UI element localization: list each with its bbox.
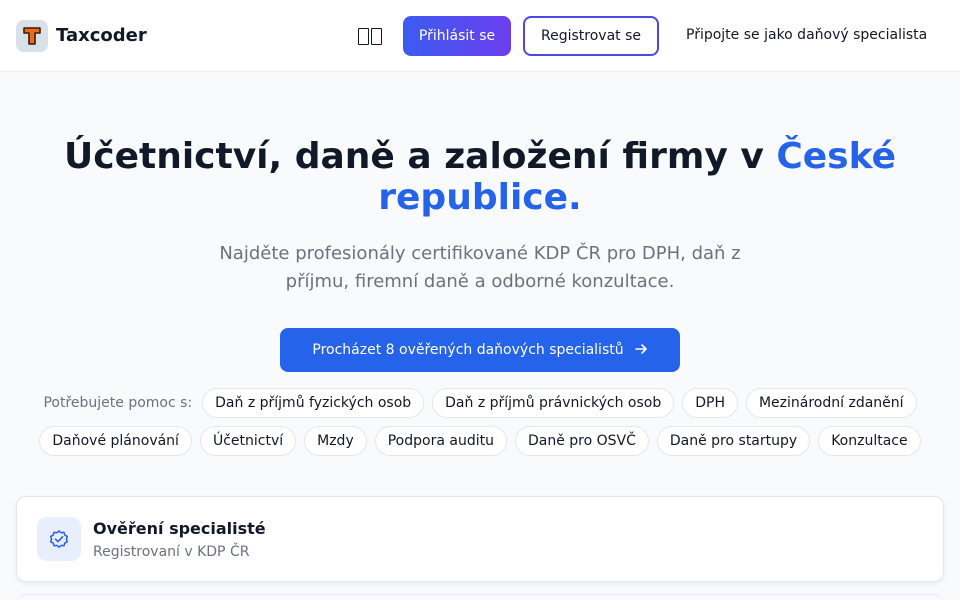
t-logo-icon[interactable] xyxy=(16,20,48,52)
cta-label: Procházet 8 ověřených daňových specialis… xyxy=(312,342,624,358)
brand-name[interactable]: Taxcoder xyxy=(56,25,147,46)
tag-self-employed[interactable]: Daně pro OSVČ xyxy=(514,426,649,456)
badge-check-icon xyxy=(37,517,81,561)
feature-card-verified: Ověření specialisté Registrovaní v KDP Č… xyxy=(16,496,944,582)
hero-subtitle: Najděte profesionály certifikované KDP Č… xyxy=(219,243,741,292)
browse-specialists-button[interactable]: Procházet 8 ověřených daňových specialis… xyxy=(280,328,680,372)
help-tags-row-2: Daňové plánování Účetnictví Mzdy Podpora… xyxy=(0,426,960,456)
tag-accounting[interactable]: Účetnictví xyxy=(199,426,297,456)
tag-international-tax[interactable]: Mezinárodní zdanění xyxy=(745,388,917,418)
tag-cit-companies[interactable]: Daň z příjmů právnických osob xyxy=(432,388,675,418)
hero-title: Účetnictví, daně a založení firmy v Česk… xyxy=(40,136,920,218)
tag-audit-support[interactable]: Podpora auditu xyxy=(374,426,507,456)
tag-consultation[interactable]: Konzultace xyxy=(818,426,921,456)
tag-startups[interactable]: Daně pro startupy xyxy=(656,426,811,456)
join-specialist-link[interactable]: Připojte se jako daňový specialista xyxy=(686,27,927,43)
register-button[interactable]: Registrovat se xyxy=(523,16,659,56)
tag-pit-individuals[interactable]: Daň z příjmů fyzických osob xyxy=(202,388,425,418)
next-feature-card-edge xyxy=(16,594,944,600)
language-icon[interactable] xyxy=(356,24,384,48)
header: Taxcoder Přihlásit se Registrovat se Při… xyxy=(0,0,960,72)
help-label: Potřebujete pomoc s: xyxy=(43,395,193,411)
login-button[interactable]: Přihlásit se xyxy=(403,16,511,56)
tag-vat[interactable]: DPH xyxy=(682,388,738,418)
help-tags-row-1: Potřebujete pomoc s: Daň z příjmů fyzick… xyxy=(0,388,960,418)
feature-title: Ověření specialisté xyxy=(93,519,266,538)
arrow-right-icon xyxy=(634,342,648,359)
feature-subtitle: Registrovaní v KDP ČR xyxy=(93,544,250,560)
tag-payroll[interactable]: Mzdy xyxy=(304,426,367,456)
tag-tax-planning[interactable]: Daňové plánování xyxy=(39,426,192,456)
hero-title-main: Účetnictví, daně a založení firmy v xyxy=(64,136,777,177)
